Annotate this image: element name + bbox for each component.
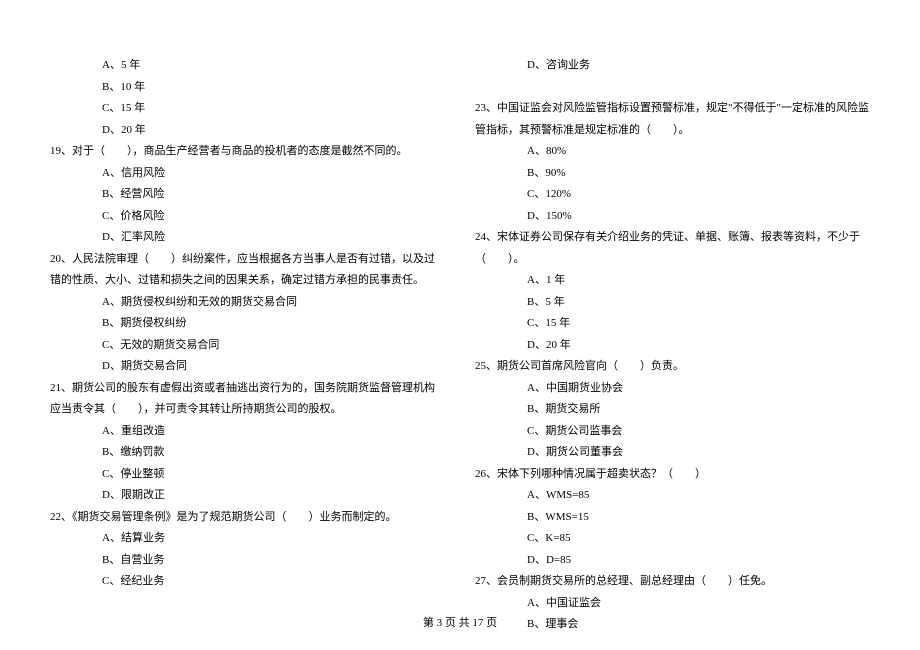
option: D、20 年 bbox=[50, 120, 445, 142]
option: A、期货侵权纠纷和无效的期货交易合同 bbox=[50, 292, 445, 314]
option: A、80% bbox=[475, 141, 870, 163]
option: B、期货交易所 bbox=[475, 399, 870, 421]
option: B、自营业务 bbox=[50, 550, 445, 572]
option: A、5 年 bbox=[50, 55, 445, 77]
option: C、15 年 bbox=[475, 313, 870, 335]
option: D、咨询业务 bbox=[475, 55, 870, 77]
left-column: A、5 年 B、10 年 C、15 年 D、20 年 19、对于（ ），商品生产… bbox=[50, 55, 445, 615]
question-25: 25、期货公司首席风险官向（ ）负责。 bbox=[475, 356, 870, 378]
question-20: 20、人民法院审理（ ）纠纷案件，应当根据各方当事人是否有过错，以及过错的性质、… bbox=[50, 249, 445, 292]
option: A、结算业务 bbox=[50, 528, 445, 550]
option: C、15 年 bbox=[50, 98, 445, 120]
option: D、20 年 bbox=[475, 335, 870, 357]
option: C、120% bbox=[475, 184, 870, 206]
option: A、1 年 bbox=[475, 270, 870, 292]
option: B、90% bbox=[475, 163, 870, 185]
option: B、WMS=15 bbox=[475, 507, 870, 529]
option: A、重组改造 bbox=[50, 421, 445, 443]
option: D、汇率风险 bbox=[50, 227, 445, 249]
option: B、缴纳罚款 bbox=[50, 442, 445, 464]
option: A、信用风险 bbox=[50, 163, 445, 185]
option: C、无效的期货交易合同 bbox=[50, 335, 445, 357]
question-26: 26、宋体下列哪种情况属于超卖状态？（ ） bbox=[475, 464, 870, 486]
question-24: 24、宋体证券公司保存有关介绍业务的凭证、单据、账簿、报表等资料，不少于（ ）。 bbox=[475, 227, 870, 270]
question-23: 23、中国证监会对风险监管指标设置预警标准，规定"不得低于"一定标准的风险监管指… bbox=[475, 98, 870, 141]
option: D、D=85 bbox=[475, 550, 870, 572]
option: A、WMS=85 bbox=[475, 485, 870, 507]
option: B、期货侵权纠纷 bbox=[50, 313, 445, 335]
option: A、中国证监会 bbox=[475, 593, 870, 615]
option: B、5 年 bbox=[475, 292, 870, 314]
option: B、10 年 bbox=[50, 77, 445, 99]
option: C、期货公司监事会 bbox=[475, 421, 870, 443]
option: D、期货公司董事会 bbox=[475, 442, 870, 464]
right-column: D、咨询业务 23、中国证监会对风险监管指标设置预警标准，规定"不得低于"一定标… bbox=[475, 55, 870, 615]
question-22: 22、《期货交易管理条例》是为了规范期货公司（ ）业务而制定的。 bbox=[50, 507, 445, 529]
option: C、价格风险 bbox=[50, 206, 445, 228]
option: A、中国期货业协会 bbox=[475, 378, 870, 400]
option: D、期货交易合同 bbox=[50, 356, 445, 378]
option: D、限期改正 bbox=[50, 485, 445, 507]
question-19: 19、对于（ ），商品生产经营者与商品的投机者的态度是截然不同的。 bbox=[50, 141, 445, 163]
page-footer: 第 3 页 共 17 页 bbox=[0, 614, 920, 630]
option: C、K=85 bbox=[475, 528, 870, 550]
option: C、经纪业务 bbox=[50, 571, 445, 593]
spacer bbox=[475, 77, 870, 99]
option: C、停业整顿 bbox=[50, 464, 445, 486]
option: D、150% bbox=[475, 206, 870, 228]
option: B、经营风险 bbox=[50, 184, 445, 206]
question-27: 27、会员制期货交易所的总经理、副总经理由（ ）任免。 bbox=[475, 571, 870, 593]
question-21: 21、期货公司的股东有虚假出资或者抽逃出资行为的，国务院期货监督管理机构应当责令… bbox=[50, 378, 445, 421]
